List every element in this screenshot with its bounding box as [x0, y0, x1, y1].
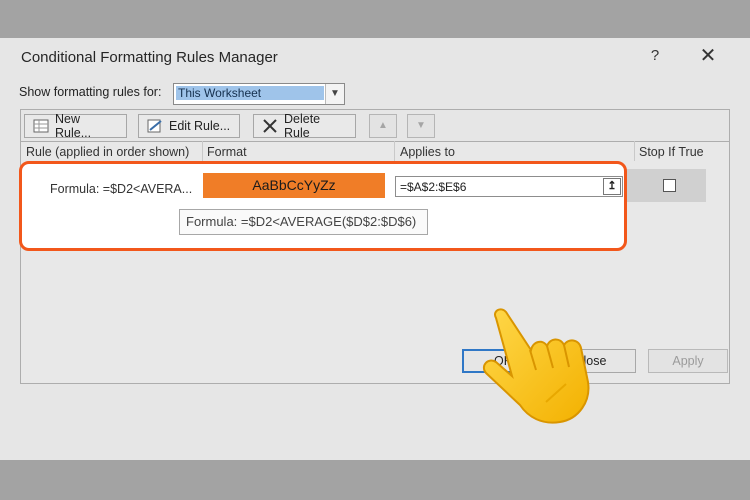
new-rule-label: New Rule...	[55, 112, 92, 140]
show-rules-select[interactable]: This Worksheet ▼	[173, 83, 345, 105]
edit-rule-button[interactable]: Edit Rule...	[138, 114, 240, 138]
rules-toolbar: New Rule... Edit Rule... Delete Rule ▲ ▼	[20, 109, 730, 142]
close-icon[interactable]: ✕	[697, 45, 719, 67]
column-header-stop-if-true: Stop If True	[639, 145, 704, 159]
column-header-rule: Rule (applied in order shown)	[26, 145, 190, 159]
show-rules-label: Show formatting rules for:	[19, 85, 162, 99]
new-rule-icon	[33, 119, 49, 133]
column-divider	[634, 141, 635, 161]
help-button[interactable]: ?	[647, 47, 663, 67]
delete-icon	[262, 119, 278, 133]
dialog-title: Conditional Formatting Rules Manager	[21, 49, 278, 66]
rule-formula-cell[interactable]: Formula: =$D2<AVERA...	[50, 182, 192, 196]
applies-to-input[interactable]: =$A$2:$E$6 ↥	[395, 176, 623, 197]
applies-to-value: =$A$2:$E$6	[400, 180, 467, 194]
column-divider	[394, 141, 395, 161]
column-header-applies-to: Applies to	[400, 145, 455, 159]
apply-button[interactable]: Apply	[648, 349, 728, 373]
hand-pointer-icon	[476, 306, 612, 430]
delete-rule-label: Delete Rule	[284, 112, 321, 140]
background-band-top	[0, 0, 750, 38]
show-rules-selected-value: This Worksheet	[176, 86, 324, 100]
delete-rule-button[interactable]: Delete Rule	[253, 112, 356, 140]
collapse-dialog-icon[interactable]: ↥	[603, 178, 621, 195]
edit-rule-label: Edit Rule...	[169, 119, 231, 133]
stop-if-true-checkbox[interactable]	[663, 179, 676, 192]
format-preview: AaBbCcYyZz	[203, 173, 385, 198]
move-up-button[interactable]: ▲	[369, 114, 397, 138]
chevron-down-icon[interactable]: ▼	[325, 84, 344, 104]
move-down-button[interactable]: ▼	[407, 114, 435, 138]
new-rule-button[interactable]: New Rule...	[24, 112, 127, 140]
edit-rule-icon	[147, 119, 163, 133]
background-band-bottom	[0, 460, 750, 500]
column-header-format: Format	[207, 145, 247, 159]
column-divider	[202, 141, 203, 161]
formula-tooltip: Formula: =$D2<AVERAGE($D$2:$D$6)	[179, 209, 428, 235]
